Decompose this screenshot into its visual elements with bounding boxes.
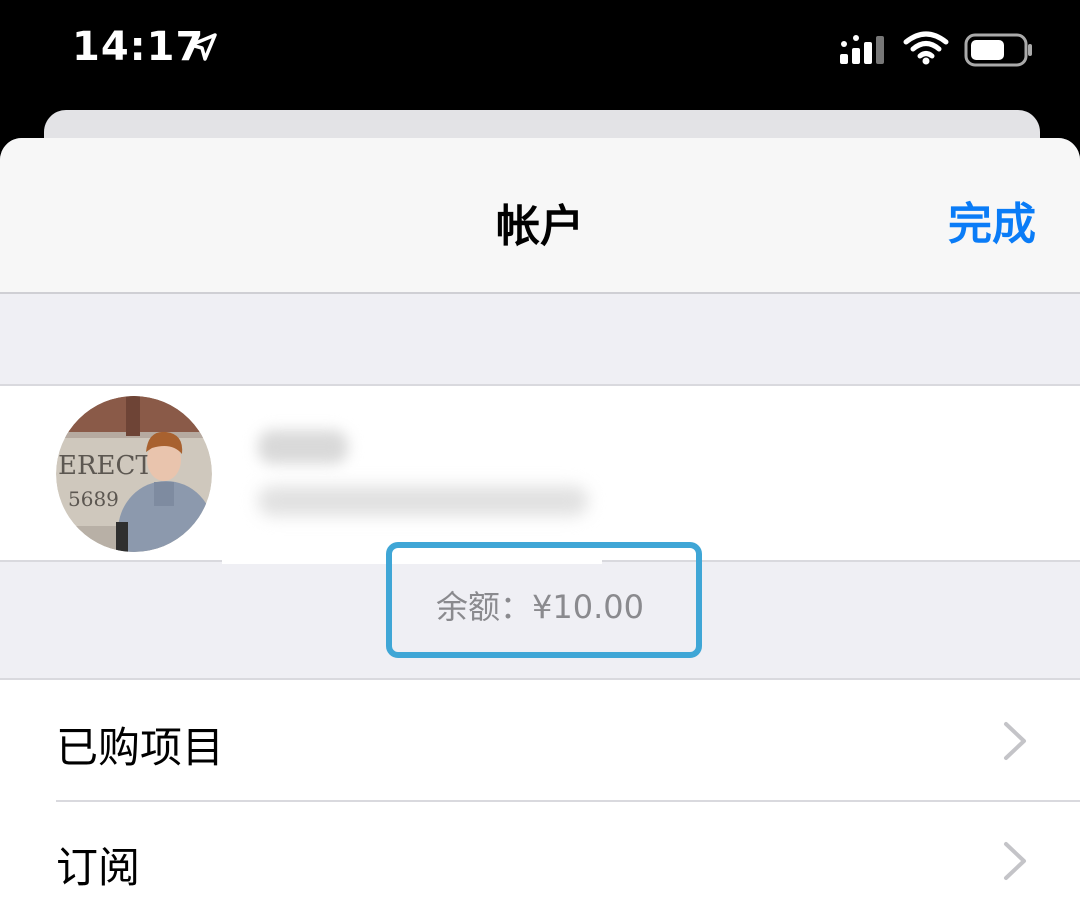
status-bar: 14:17: [0, 0, 1080, 105]
list-item-purchased[interactable]: 已购项目: [0, 680, 1080, 800]
account-sheet: 帐户 完成 ERECTE 5689 余额：¥10.00 已购项目 订阅: [0, 138, 1080, 917]
avatar[interactable]: ERECTE 5689: [56, 396, 212, 552]
redacted-email: [258, 486, 588, 516]
section-gap-top: [0, 296, 1080, 384]
list-item-label: 已购项目: [56, 723, 225, 772]
chevron-right-icon: [1004, 722, 1026, 760]
redacted-name: [258, 430, 348, 464]
list-item-label: 订阅: [56, 843, 141, 892]
status-time: 14:17: [72, 24, 205, 70]
profile-row[interactable]: ERECTE 5689: [0, 384, 1080, 564]
wifi-icon: [903, 31, 949, 65]
cellular-signal-icon: [840, 35, 884, 64]
done-button[interactable]: 完成: [948, 188, 1036, 252]
avatar-sign-text-2: 5689: [68, 487, 119, 511]
chevron-right-icon: [1004, 842, 1026, 880]
balance-highlight: [386, 542, 702, 658]
location-arrow-icon: [189, 33, 217, 61]
battery-icon: [964, 33, 1032, 67]
list-item-subscriptions[interactable]: 订阅: [0, 800, 1080, 917]
screen: 14:17 帐户 完成 ERECTE 5689 余额：¥10.00 已购项目 订…: [0, 0, 1080, 917]
page-title: 帐户: [496, 201, 584, 252]
account-list: 已购项目 订阅: [0, 678, 1080, 917]
navigation-bar: 帐户 完成: [0, 138, 1080, 294]
